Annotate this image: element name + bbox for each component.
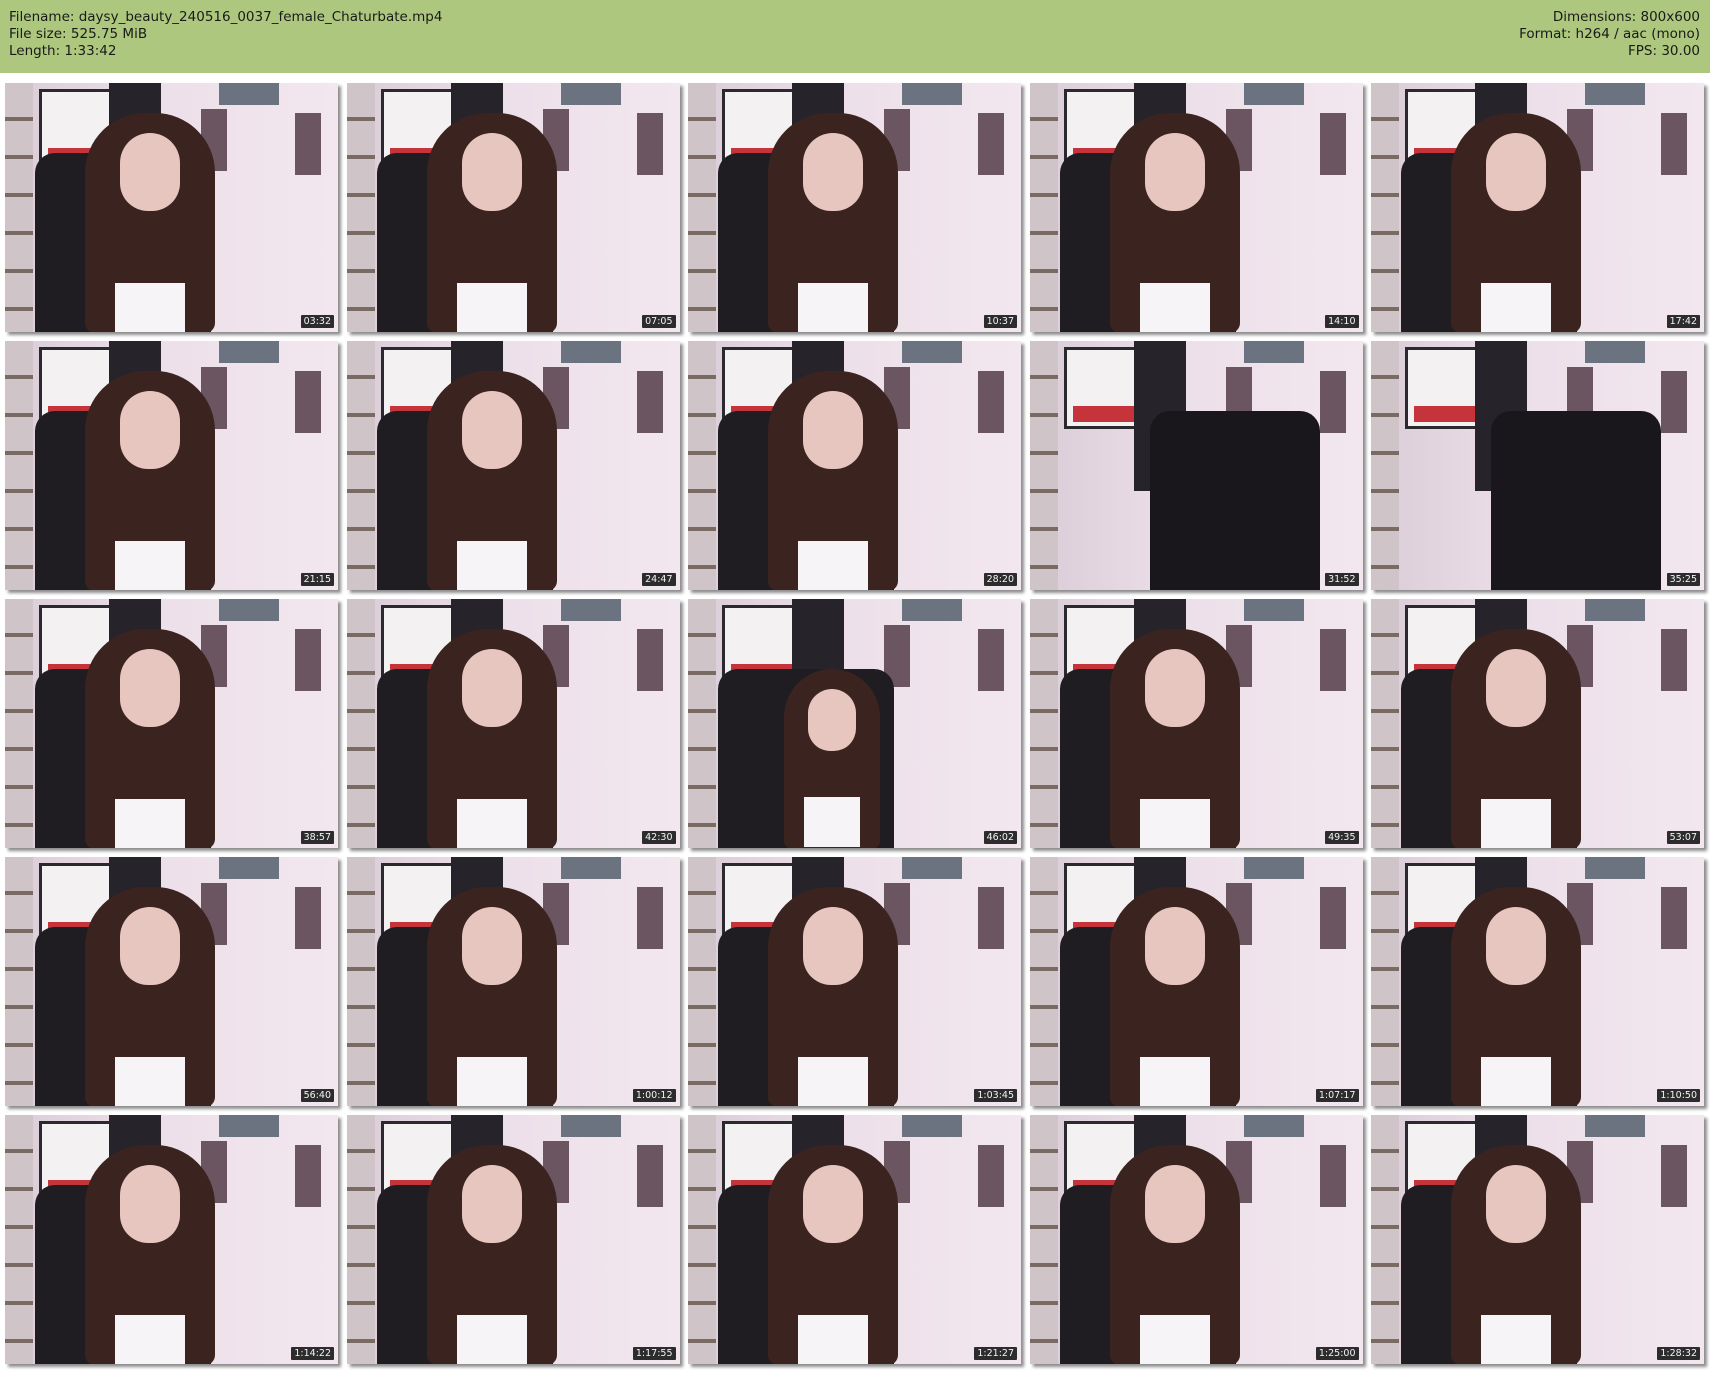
timestamp-label: 31:52 — [1325, 573, 1359, 586]
fps-text: FPS: 30.00 — [1628, 43, 1700, 59]
timestamp-label: 1:07:17 — [1315, 1089, 1359, 1102]
timestamp-label: 14:10 — [1325, 315, 1359, 328]
video-thumbnail: 31:52 — [1029, 341, 1363, 590]
video-thumbnail: 46:02 — [688, 599, 1021, 848]
frame-image — [346, 599, 680, 848]
length-text: Length: 1:33:42 — [9, 43, 117, 59]
timestamp-label: 1:17:55 — [632, 1347, 676, 1360]
filename-text: Filename: daysy_beauty_240516_0037_femal… — [9, 9, 443, 25]
video-thumbnail: 1:00:12 — [346, 857, 680, 1106]
timestamp-label: 56:40 — [300, 1089, 334, 1102]
timestamp-label: 07:05 — [642, 315, 676, 328]
frame-image — [346, 857, 680, 1106]
timestamp-label: 1:25:00 — [1315, 1347, 1359, 1360]
video-thumbnail: 1:07:17 — [1029, 857, 1363, 1106]
frame-image — [1029, 341, 1363, 590]
frame-image — [1029, 857, 1363, 1106]
video-thumbnail: 1:10:50 — [1371, 857, 1704, 1106]
frame-image — [346, 1115, 680, 1364]
video-thumbnail: 1:14:22 — [5, 1115, 338, 1364]
format-text: Format: h264 / aac (mono) — [1519, 26, 1700, 42]
video-thumbnail: 14:10 — [1029, 83, 1363, 332]
frame-image — [688, 341, 1021, 590]
timestamp-label: 1:00:12 — [632, 1089, 676, 1102]
frame-image — [688, 1115, 1021, 1364]
timestamp-label: 17:42 — [1666, 315, 1700, 328]
thumbnail-grid: 03:32 07:05 10:37 14:10 17:42 21:15 24:47 28:20… — [0, 78, 1710, 1368]
filesize-text: File size: 525.75 MiB — [9, 26, 148, 42]
frame-image — [1371, 83, 1704, 332]
timestamp-label: 24:47 — [642, 573, 676, 586]
video-thumbnail: 17:42 — [1371, 83, 1704, 332]
timestamp-label: 03:32 — [300, 315, 334, 328]
timestamp-label: 42:30 — [642, 831, 676, 844]
frame-image — [5, 599, 338, 848]
frame-image — [1029, 83, 1363, 332]
frame-image — [1029, 599, 1363, 848]
frame-image — [1371, 341, 1704, 590]
timestamp-label: 1:03:45 — [974, 1089, 1017, 1102]
timestamp-label: 46:02 — [983, 831, 1017, 844]
timestamp-label: 49:35 — [1325, 831, 1359, 844]
video-thumbnail: 49:35 — [1029, 599, 1363, 848]
video-thumbnail: 24:47 — [346, 341, 680, 590]
timestamp-label: 53:07 — [1666, 831, 1700, 844]
video-thumbnail: 35:25 — [1371, 341, 1704, 590]
frame-image — [1371, 599, 1704, 848]
timestamp-label: 1:14:22 — [291, 1347, 334, 1360]
timestamp-label: 38:57 — [300, 831, 334, 844]
timestamp-label: 35:25 — [1666, 573, 1700, 586]
frame-image — [5, 1115, 338, 1364]
file-info-left: Filename: daysy_beauty_240516_0037_femal… — [9, 9, 442, 60]
frame-image — [5, 857, 338, 1106]
video-thumbnail: 03:32 — [5, 83, 338, 332]
dimensions-text: Dimensions: 800x600 — [1552, 9, 1700, 25]
video-thumbnail: 53:07 — [1371, 599, 1704, 848]
frame-image — [688, 83, 1021, 332]
timestamp-label: 21:15 — [300, 573, 334, 586]
video-thumbnail: 1:25:00 — [1029, 1115, 1363, 1364]
video-thumbnail: 38:57 — [5, 599, 338, 848]
info-header: Filename: daysy_beauty_240516_0037_femal… — [0, 0, 1710, 73]
frame-image — [1029, 1115, 1363, 1364]
frame-image — [1371, 1115, 1704, 1364]
video-thumbnail: 1:17:55 — [346, 1115, 680, 1364]
video-thumbnail: 1:21:27 — [688, 1115, 1021, 1364]
video-thumbnail: 56:40 — [5, 857, 338, 1106]
frame-image — [346, 83, 680, 332]
frame-image — [688, 857, 1021, 1106]
video-thumbnail: 1:03:45 — [688, 857, 1021, 1106]
video-thumbnail: 42:30 — [346, 599, 680, 848]
file-info-right: Dimensions: 800x600 Format: h264 / aac (… — [1519, 9, 1700, 60]
frame-image — [688, 599, 1021, 848]
frame-image — [346, 341, 680, 590]
timestamp-label: 10:37 — [983, 315, 1017, 328]
timestamp-label: 28:20 — [983, 573, 1017, 586]
video-thumbnail: 10:37 — [688, 83, 1021, 332]
video-thumbnail: 07:05 — [346, 83, 680, 332]
video-thumbnail: 1:28:32 — [1371, 1115, 1704, 1364]
frame-image — [1371, 857, 1704, 1106]
timestamp-label: 1:21:27 — [974, 1347, 1017, 1360]
frame-image — [5, 83, 338, 332]
timestamp-label: 1:28:32 — [1657, 1347, 1700, 1360]
timestamp-label: 1:10:50 — [1657, 1089, 1700, 1102]
frame-image — [5, 341, 338, 590]
video-thumbnail: 21:15 — [5, 341, 338, 590]
video-thumbnail: 28:20 — [688, 341, 1021, 590]
